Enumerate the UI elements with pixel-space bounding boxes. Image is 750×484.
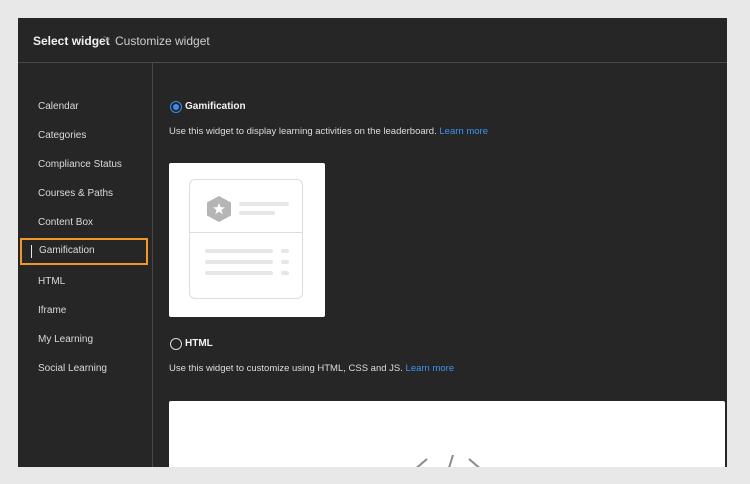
- breadcrumb-separator-icon: >: [103, 32, 111, 46]
- widget-options-panel: Gamification Use this widget to display …: [153, 63, 727, 467]
- customize-widget-dialog: Select widget > Customize widget Calenda…: [18, 18, 727, 467]
- gamification-option-title[interactable]: Gamification: [185, 101, 246, 112]
- gamification-description: Use this widget to display learning acti…: [169, 126, 488, 137]
- sidebar-item-iframe[interactable]: Iframe: [38, 303, 66, 319]
- html-option-title[interactable]: HTML: [185, 338, 213, 349]
- sidebar-item-gamification[interactable]: Gamification: [20, 238, 148, 265]
- html-preview[interactable]: [169, 401, 725, 467]
- widget-category-sidebar: Calendar Categories Compliance Status Co…: [18, 63, 153, 467]
- sidebar-item-calendar[interactable]: Calendar: [38, 99, 79, 115]
- html-description: Use this widget to customize using HTML,…: [169, 363, 454, 374]
- breadcrumb: Select widget > Customize widget: [18, 18, 727, 63]
- leaderboard-card-icon: [189, 179, 303, 299]
- html-description-text: Use this widget to customize using HTML,…: [169, 363, 403, 374]
- sidebar-item-courses-paths[interactable]: Courses & Paths: [38, 186, 113, 202]
- card-divider: [190, 232, 302, 233]
- html-radio[interactable]: [170, 338, 182, 350]
- sidebar-item-label: Gamification: [39, 245, 95, 256]
- code-brackets-icon: [416, 454, 480, 467]
- gamification-learn-more-link[interactable]: Learn more: [439, 126, 488, 137]
- sidebar-item-html[interactable]: HTML: [38, 274, 65, 290]
- selection-indicator: [31, 245, 32, 258]
- html-learn-more-link[interactable]: Learn more: [406, 363, 455, 374]
- gamification-preview[interactable]: [169, 163, 325, 317]
- gamification-radio[interactable]: [170, 101, 182, 113]
- sidebar-item-categories[interactable]: Categories: [38, 128, 86, 144]
- breadcrumb-customize-widget: Customize widget: [115, 34, 210, 48]
- sidebar-item-social-learning[interactable]: Social Learning: [38, 361, 107, 377]
- sidebar-item-my-learning[interactable]: My Learning: [38, 332, 93, 348]
- breadcrumb-select-widget[interactable]: Select widget: [33, 34, 110, 48]
- sidebar-item-content-box[interactable]: Content Box: [38, 215, 93, 231]
- gamification-description-text: Use this widget to display learning acti…: [169, 126, 437, 137]
- sidebar-item-compliance-status[interactable]: Compliance Status: [38, 157, 122, 173]
